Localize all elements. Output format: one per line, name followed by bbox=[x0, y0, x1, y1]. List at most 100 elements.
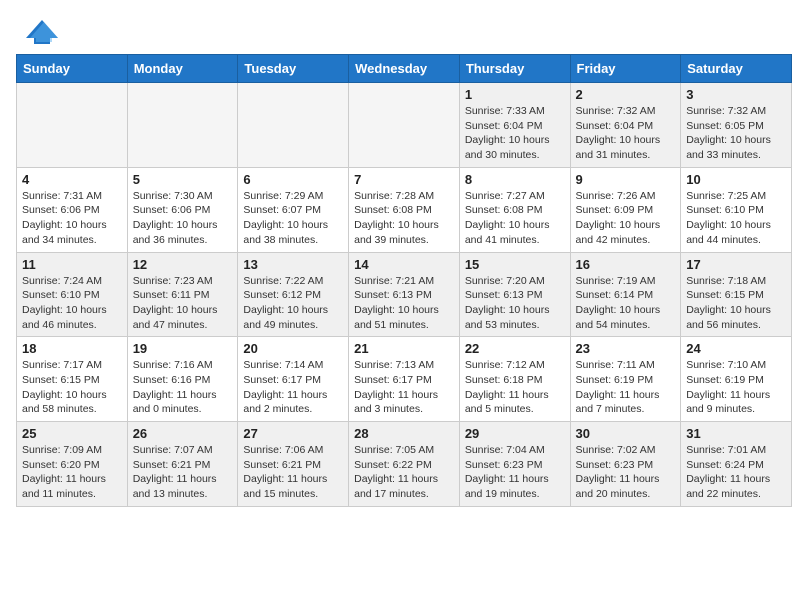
calendar-cell: 6 Sunrise: 7:29 AM Sunset: 6:07 PM Daylig… bbox=[238, 167, 349, 252]
weekday-header-tuesday: Tuesday bbox=[238, 55, 349, 83]
day-info: Sunrise: 7:25 AM Sunset: 6:10 PM Dayligh… bbox=[686, 189, 786, 248]
day-number: 5 bbox=[133, 172, 233, 187]
calendar-cell: 5 Sunrise: 7:30 AM Sunset: 6:06 PM Daylig… bbox=[127, 167, 238, 252]
day-info: Sunrise: 7:32 AM Sunset: 6:04 PM Dayligh… bbox=[576, 104, 676, 163]
calendar-cell bbox=[127, 83, 238, 168]
calendar-cell: 14 Sunrise: 7:21 AM Sunset: 6:13 PM Dayli… bbox=[349, 252, 460, 337]
calendar-cell: 19 Sunrise: 7:16 AM Sunset: 6:16 PM Dayli… bbox=[127, 337, 238, 422]
calendar-cell: 29 Sunrise: 7:04 AM Sunset: 6:23 PM Dayli… bbox=[459, 422, 570, 507]
weekday-header-thursday: Thursday bbox=[459, 55, 570, 83]
day-number: 10 bbox=[686, 172, 786, 187]
day-number: 3 bbox=[686, 87, 786, 102]
day-info: Sunrise: 7:18 AM Sunset: 6:15 PM Dayligh… bbox=[686, 274, 786, 333]
calendar-cell: 26 Sunrise: 7:07 AM Sunset: 6:21 PM Dayli… bbox=[127, 422, 238, 507]
calendar-cell: 1 Sunrise: 7:33 AM Sunset: 6:04 PM Daylig… bbox=[459, 83, 570, 168]
day-info: Sunrise: 7:14 AM Sunset: 6:17 PM Dayligh… bbox=[243, 358, 343, 417]
day-info: Sunrise: 7:10 AM Sunset: 6:19 PM Dayligh… bbox=[686, 358, 786, 417]
day-info: Sunrise: 7:24 AM Sunset: 6:10 PM Dayligh… bbox=[22, 274, 122, 333]
calendar-cell: 18 Sunrise: 7:17 AM Sunset: 6:15 PM Dayli… bbox=[17, 337, 128, 422]
day-info: Sunrise: 7:23 AM Sunset: 6:11 PM Dayligh… bbox=[133, 274, 233, 333]
day-info: Sunrise: 7:31 AM Sunset: 6:06 PM Dayligh… bbox=[22, 189, 122, 248]
calendar-cell: 20 Sunrise: 7:14 AM Sunset: 6:17 PM Dayli… bbox=[238, 337, 349, 422]
calendar-cell: 3 Sunrise: 7:32 AM Sunset: 6:05 PM Daylig… bbox=[681, 83, 792, 168]
day-number: 23 bbox=[576, 341, 676, 356]
day-info: Sunrise: 7:21 AM Sunset: 6:13 PM Dayligh… bbox=[354, 274, 454, 333]
day-info: Sunrise: 7:01 AM Sunset: 6:24 PM Dayligh… bbox=[686, 443, 786, 502]
calendar-cell: 13 Sunrise: 7:22 AM Sunset: 6:12 PM Dayli… bbox=[238, 252, 349, 337]
calendar-cell: 4 Sunrise: 7:31 AM Sunset: 6:06 PM Daylig… bbox=[17, 167, 128, 252]
calendar-cell: 22 Sunrise: 7:12 AM Sunset: 6:18 PM Dayli… bbox=[459, 337, 570, 422]
calendar-cell: 12 Sunrise: 7:23 AM Sunset: 6:11 PM Dayli… bbox=[127, 252, 238, 337]
calendar-cell: 24 Sunrise: 7:10 AM Sunset: 6:19 PM Dayli… bbox=[681, 337, 792, 422]
weekday-header-monday: Monday bbox=[127, 55, 238, 83]
day-number: 21 bbox=[354, 341, 454, 356]
day-info: Sunrise: 7:29 AM Sunset: 6:07 PM Dayligh… bbox=[243, 189, 343, 248]
day-number: 25 bbox=[22, 426, 122, 441]
calendar-cell: 9Sunrise: 7:26 AM Sunset: 6:09 PM Daylig… bbox=[570, 167, 681, 252]
day-number: 20 bbox=[243, 341, 343, 356]
day-info: Sunrise: 7:20 AM Sunset: 6:13 PM Dayligh… bbox=[465, 274, 565, 333]
day-number: 17 bbox=[686, 257, 786, 272]
calendar-cell bbox=[238, 83, 349, 168]
day-info: Sunrise: 7:16 AM Sunset: 6:16 PM Dayligh… bbox=[133, 358, 233, 417]
day-info: Sunrise: 7:09 AM Sunset: 6:20 PM Dayligh… bbox=[22, 443, 122, 502]
day-info: Sunrise: 7:32 AM Sunset: 6:05 PM Dayligh… bbox=[686, 104, 786, 163]
calendar-week-row: 11Sunrise: 7:24 AM Sunset: 6:10 PM Dayli… bbox=[17, 252, 792, 337]
day-info: Sunrise: 7:13 AM Sunset: 6:17 PM Dayligh… bbox=[354, 358, 454, 417]
day-number: 13 bbox=[243, 257, 343, 272]
weekday-header-row: SundayMondayTuesdayWednesdayThursdayFrid… bbox=[17, 55, 792, 83]
calendar-week-row: 1 Sunrise: 7:33 AM Sunset: 6:04 PM Daylig… bbox=[17, 83, 792, 168]
calendar-cell: 16 Sunrise: 7:19 AM Sunset: 6:14 PM Dayli… bbox=[570, 252, 681, 337]
calendar-cell bbox=[17, 83, 128, 168]
day-number: 22 bbox=[465, 341, 565, 356]
day-number: 29 bbox=[465, 426, 565, 441]
day-number: 7 bbox=[354, 172, 454, 187]
day-info: Sunrise: 7:28 AM Sunset: 6:08 PM Dayligh… bbox=[354, 189, 454, 248]
calendar-week-row: 18 Sunrise: 7:17 AM Sunset: 6:15 PM Dayli… bbox=[17, 337, 792, 422]
calendar-cell: 8 Sunrise: 7:27 AM Sunset: 6:08 PM Daylig… bbox=[459, 167, 570, 252]
day-info: Sunrise: 7:26 AM Sunset: 6:09 PM Dayligh… bbox=[576, 189, 676, 248]
calendar-cell: 21 Sunrise: 7:13 AM Sunset: 6:17 PM Dayli… bbox=[349, 337, 460, 422]
day-number: 26 bbox=[133, 426, 233, 441]
calendar-cell: 17 Sunrise: 7:18 AM Sunset: 6:15 PM Dayli… bbox=[681, 252, 792, 337]
day-number: 14 bbox=[354, 257, 454, 272]
day-number: 30 bbox=[576, 426, 676, 441]
page-header bbox=[0, 0, 792, 54]
day-info: Sunrise: 7:33 AM Sunset: 6:04 PM Dayligh… bbox=[465, 104, 565, 163]
calendar-cell: 28Sunrise: 7:05 AM Sunset: 6:22 PM Dayli… bbox=[349, 422, 460, 507]
weekday-header-friday: Friday bbox=[570, 55, 681, 83]
day-number: 2 bbox=[576, 87, 676, 102]
day-number: 15 bbox=[465, 257, 565, 272]
day-number: 8 bbox=[465, 172, 565, 187]
calendar-cell: 11Sunrise: 7:24 AM Sunset: 6:10 PM Dayli… bbox=[17, 252, 128, 337]
day-info: Sunrise: 7:04 AM Sunset: 6:23 PM Dayligh… bbox=[465, 443, 565, 502]
day-number: 6 bbox=[243, 172, 343, 187]
day-info: Sunrise: 7:27 AM Sunset: 6:08 PM Dayligh… bbox=[465, 189, 565, 248]
calendar-week-row: 25 Sunrise: 7:09 AM Sunset: 6:20 PM Dayli… bbox=[17, 422, 792, 507]
day-number: 19 bbox=[133, 341, 233, 356]
day-number: 16 bbox=[576, 257, 676, 272]
day-info: Sunrise: 7:22 AM Sunset: 6:12 PM Dayligh… bbox=[243, 274, 343, 333]
calendar-table: SundayMondayTuesdayWednesdayThursdayFrid… bbox=[16, 54, 792, 507]
day-info: Sunrise: 7:12 AM Sunset: 6:18 PM Dayligh… bbox=[465, 358, 565, 417]
calendar-cell: 10 Sunrise: 7:25 AM Sunset: 6:10 PM Dayli… bbox=[681, 167, 792, 252]
day-info: Sunrise: 7:19 AM Sunset: 6:14 PM Dayligh… bbox=[576, 274, 676, 333]
day-info: Sunrise: 7:30 AM Sunset: 6:06 PM Dayligh… bbox=[133, 189, 233, 248]
day-info: Sunrise: 7:05 AM Sunset: 6:22 PM Dayligh… bbox=[354, 443, 454, 502]
day-number: 31 bbox=[686, 426, 786, 441]
day-number: 18 bbox=[22, 341, 122, 356]
day-number: 1 bbox=[465, 87, 565, 102]
calendar-cell bbox=[349, 83, 460, 168]
weekday-header-sunday: Sunday bbox=[17, 55, 128, 83]
day-info: Sunrise: 7:07 AM Sunset: 6:21 PM Dayligh… bbox=[133, 443, 233, 502]
calendar-cell: 15 Sunrise: 7:20 AM Sunset: 6:13 PM Dayli… bbox=[459, 252, 570, 337]
calendar-cell: 31 Sunrise: 7:01 AM Sunset: 6:24 PM Dayli… bbox=[681, 422, 792, 507]
calendar-cell: 30 Sunrise: 7:02 AM Sunset: 6:23 PM Dayli… bbox=[570, 422, 681, 507]
day-number: 27 bbox=[243, 426, 343, 441]
day-number: 12 bbox=[133, 257, 233, 272]
day-number: 24 bbox=[686, 341, 786, 356]
logo-icon bbox=[24, 18, 60, 46]
day-info: Sunrise: 7:17 AM Sunset: 6:15 PM Dayligh… bbox=[22, 358, 122, 417]
day-info: Sunrise: 7:02 AM Sunset: 6:23 PM Dayligh… bbox=[576, 443, 676, 502]
day-number: 4 bbox=[22, 172, 122, 187]
